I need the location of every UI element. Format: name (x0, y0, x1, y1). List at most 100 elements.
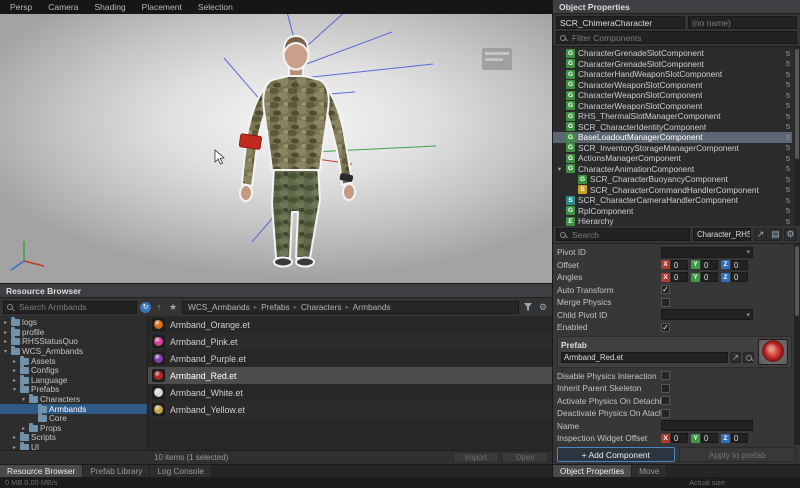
context-dropdown[interactable]: Character_RHS_RF_SSO_Base ▾ (693, 228, 751, 241)
dropdown-field[interactable]: ▾ (661, 309, 753, 321)
breadcrumb-segment[interactable]: WCS_Armbands (188, 302, 250, 312)
action-button-open[interactable]: Open (502, 452, 548, 463)
tree-item-wcs-armbands[interactable]: ▾ WCS_Armbands (0, 346, 147, 357)
tree-item-ui[interactable]: ▸ UI (0, 442, 147, 450)
dropdown-field[interactable]: ▾ (661, 246, 753, 258)
axis-y-value[interactable]: 0 (701, 272, 718, 283)
axis-z-value[interactable]: 0 (731, 259, 748, 270)
tree-expand-icon[interactable]: ▾ (20, 396, 27, 403)
entity-class-field[interactable] (556, 16, 686, 29)
component-row[interactable]: G CharacterGrenadeSlotComponent 5 (553, 59, 792, 70)
component-row[interactable]: G ActionsManagerComponent 5 (553, 153, 792, 164)
component-search-input[interactable] (569, 229, 686, 240)
export-icon[interactable]: ↗ (754, 228, 767, 241)
component-row[interactable]: G RHS_ThermalSlotManagerComponent 5 (553, 111, 792, 122)
tree-item-characters[interactable]: ▾ Characters (0, 394, 147, 405)
tree-item-prefabs[interactable]: ▾ Prefabs (0, 384, 147, 395)
checkbox[interactable] (661, 383, 670, 393)
checkbox[interactable] (661, 371, 670, 381)
component-row[interactable]: G CharacterWeaponSlotComponent 5 (553, 101, 792, 112)
favorite-star-icon[interactable]: ★ (167, 301, 179, 313)
menu-placement[interactable]: Placement (134, 2, 190, 12)
properties-scrollbar[interactable] (794, 244, 800, 445)
component-row[interactable]: G SCR_InventoryStorageManagerComponent 5 (553, 143, 792, 154)
tree-item-core[interactable]: Core (0, 413, 147, 424)
tree-item-rhsstatusquo[interactable]: ▸ RHSStatusQuo (0, 336, 147, 347)
tree-item-profile[interactable]: ▸ profile (0, 326, 147, 338)
tree-item-armbands[interactable]: Armbands (0, 403, 147, 414)
component-row[interactable]: ▾ G CharacterAnimationComponent 5 (553, 164, 792, 175)
prefab-thumbnail[interactable] (758, 338, 788, 365)
tree-expand-icon[interactable]: ▸ (2, 329, 9, 336)
file-row[interactable]: Armband_Pink.et (148, 333, 552, 350)
tree-expand-icon[interactable]: ▸ (11, 377, 18, 384)
tab-object-properties[interactable]: Object Properties (553, 465, 633, 477)
scrollbar-thumb[interactable] (795, 49, 799, 159)
expand-arrow-icon[interactable]: ▾ (556, 165, 563, 173)
menu-shading[interactable]: Shading (86, 2, 133, 12)
gear-icon[interactable]: ⚙ (537, 301, 549, 313)
checkbox[interactable]: ✓ (661, 285, 670, 295)
checkbox[interactable]: ✓ (661, 322, 670, 332)
component-row[interactable]: G CharacterWeaponSlotComponent 5 (553, 80, 792, 91)
text-field[interactable] (661, 420, 753, 432)
resource-search-input[interactable] (16, 301, 133, 313)
tree-item-logs[interactable]: ▸ logs (0, 317, 147, 328)
file-row[interactable]: Armband_Yellow.et (148, 401, 552, 418)
axis-x-value[interactable]: 0 (671, 433, 688, 444)
viewport-3d[interactable] (0, 14, 552, 283)
filter-funnel-icon[interactable] (522, 301, 534, 313)
component-row[interactable]: S SCR_CharacterCommandHandlerComponent 5 (553, 185, 792, 196)
file-row[interactable]: Armband_Purple.et (148, 350, 552, 367)
tree-expand-icon[interactable]: ▸ (11, 358, 18, 365)
axis-x-value[interactable]: 0 (671, 272, 688, 283)
gear-icon[interactable]: ⚙ (784, 228, 797, 241)
add-component-button[interactable]: + Add Component (557, 447, 675, 462)
entity-name-field[interactable] (688, 16, 797, 29)
prefab-path-field[interactable]: Armband_Red.et (561, 352, 728, 363)
tree-expand-icon[interactable]: ▸ (2, 338, 9, 345)
component-row[interactable]: G SCR_CharacterIdentityComponent 5 (553, 122, 792, 133)
tree-expand-icon[interactable]: ▾ (11, 386, 18, 393)
checkbox[interactable] (661, 396, 670, 406)
file-row[interactable]: Armband_White.et (148, 384, 552, 401)
tree-expand-icon[interactable]: ▸ (20, 425, 27, 432)
menu-selection[interactable]: Selection (190, 2, 241, 12)
tab-log-console[interactable]: Log Console (150, 465, 212, 477)
axis-z-value[interactable]: 0 (731, 272, 748, 283)
component-row[interactable]: G CharacterHandWeaponSlotComponent 5 (553, 69, 792, 80)
checkbox[interactable] (661, 408, 670, 418)
component-row[interactable]: G RplComponent 5 (553, 206, 792, 217)
axis-y-value[interactable]: 0 (701, 259, 718, 270)
tab-resource-browser[interactable]: Resource Browser (0, 465, 84, 477)
tab-move[interactable]: Move (632, 465, 668, 477)
component-row[interactable]: G SCR_CharacterBuoyancyComponent 5 (553, 174, 792, 185)
breadcrumb-segment[interactable]: Characters (301, 302, 342, 312)
apply-to-prefab-button[interactable]: Apply to prefab (678, 447, 796, 462)
tab-prefab-library[interactable]: Prefab Library (83, 465, 151, 477)
inspect-resource-icon[interactable] (743, 352, 754, 363)
component-row[interactable]: G CharacterWeaponSlotComponent 5 (553, 90, 792, 101)
tree-expand-icon[interactable]: ▾ (2, 348, 9, 355)
axis-x-value[interactable]: 0 (671, 259, 688, 270)
component-row[interactable]: G CharacterGrenadeSlotComponent 5 (553, 48, 792, 59)
filter-components-input[interactable] (569, 32, 793, 43)
component-row[interactable]: S SCR_CharacterCameraHandlerComponent 5 (553, 195, 792, 206)
menu-persp[interactable]: Persp (2, 2, 40, 12)
file-row[interactable]: Armband_Red.et (148, 367, 552, 384)
component-row[interactable]: G BaseLoadoutManagerComponent 5 (553, 132, 792, 143)
breadcrumb-segment[interactable]: Armbands (353, 302, 391, 312)
menu-camera[interactable]: Camera (40, 2, 86, 12)
sync-icon[interactable]: ↻ (140, 301, 151, 313)
component-scrollbar[interactable] (794, 47, 800, 226)
browse-resource-icon[interactable]: ↗ (730, 352, 741, 363)
component-row[interactable]: E Hierarchy 5 (553, 216, 792, 226)
checkbox[interactable] (661, 297, 670, 307)
up-icon[interactable]: ↑ (153, 301, 165, 313)
tree-expand-icon[interactable]: ▸ (11, 367, 18, 374)
file-row[interactable]: Armband_Orange.et (148, 316, 552, 333)
action-button-import[interactable]: Import (453, 452, 499, 463)
axis-z-value[interactable]: 0 (731, 433, 748, 444)
tree-icon[interactable]: ▤ (769, 228, 782, 241)
breadcrumb-segment[interactable]: Prefabs (261, 302, 290, 312)
